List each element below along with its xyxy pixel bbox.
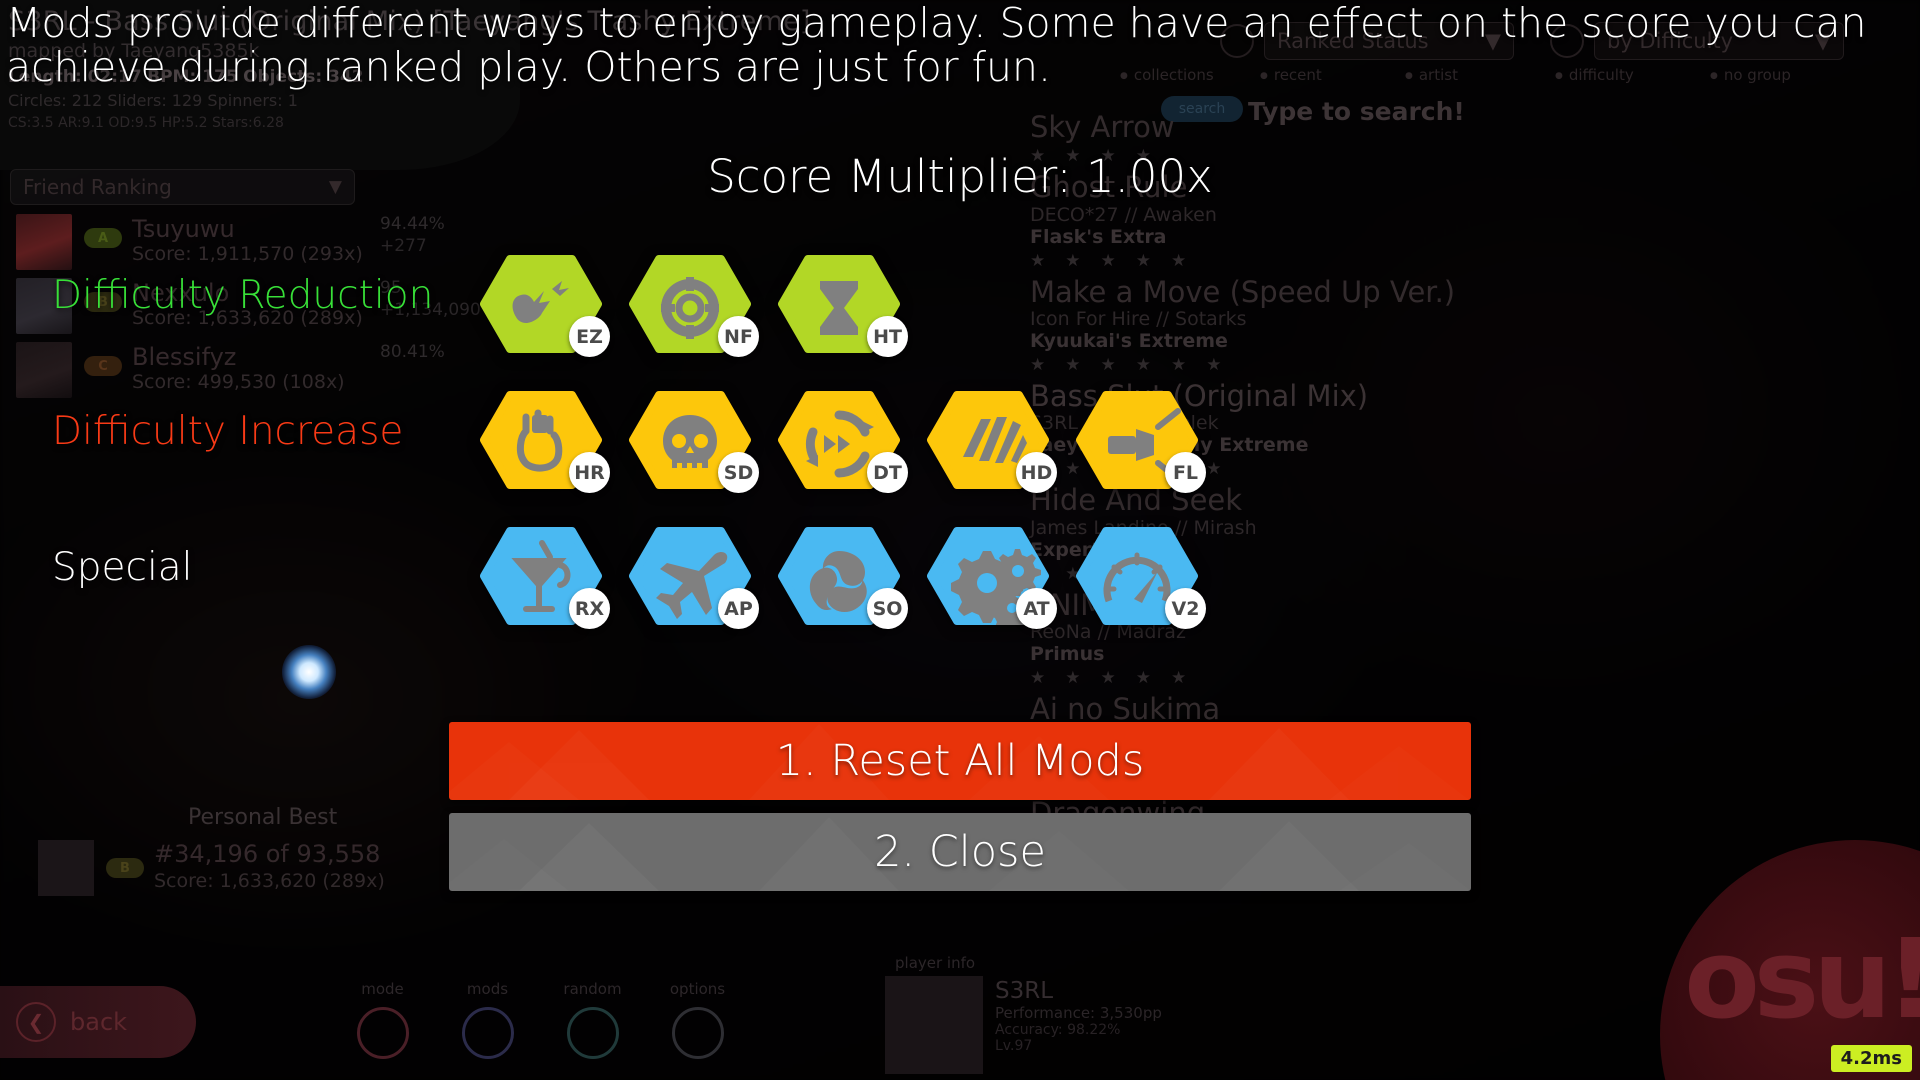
mod-description: Mods provide different ways to enjoy gam… — [6, 0, 1867, 91]
mod-acronym-badge: RX — [569, 588, 610, 629]
reset-all-mods-button[interactable]: 1. Reset All Mods — [449, 722, 1471, 800]
mod-acronym-badge: EZ — [569, 316, 610, 357]
mod-acronym-badge: HR — [569, 452, 610, 493]
mod-icon-row: RX AP SO AT V2 — [480, 527, 1206, 629]
mod-button-sd[interactable]: SD — [629, 391, 759, 493]
mod-acronym-badge: AP — [718, 588, 759, 629]
mod-acronym-badge: AT — [1016, 588, 1057, 629]
mod-acronym-badge: SO — [867, 588, 908, 629]
mod-section-label: Difficulty Increase — [52, 409, 404, 454]
mod-action-buttons: 1. Reset All Mods 2. Close — [449, 722, 1471, 891]
mod-button-dt[interactable]: DT — [778, 391, 908, 493]
mod-section-difficulty-reduction: Difficulty Reduction EZ NF HT — [0, 255, 1920, 391]
mod-section-special: Special RX AP SO AT V2 — [0, 527, 1920, 663]
mod-button-nf[interactable]: NF — [629, 255, 759, 357]
mod-acronym-badge: NF — [718, 316, 759, 357]
close-button[interactable]: 2. Close — [449, 813, 1471, 891]
mod-section-difficulty-increase: Difficulty Increase HR SD DT HD FL — [0, 391, 1920, 527]
mod-sections: Difficulty Reduction EZ NF HT Difficulty Inc… — [0, 255, 1920, 663]
mod-acronym-badge: HT — [867, 316, 908, 357]
mod-button-hr[interactable]: HR — [480, 391, 610, 493]
score-multiplier-label: Score Multiplier: 1.00x — [707, 150, 1213, 203]
mod-icon-row: HR SD DT HD FL — [480, 391, 1206, 493]
mod-section-label: Difficulty Reduction — [52, 273, 434, 318]
mod-button-ez[interactable]: EZ — [480, 255, 610, 357]
mod-acronym-badge: V2 — [1165, 588, 1206, 629]
mod-button-fl[interactable]: FL — [1076, 391, 1206, 493]
mod-button-hd[interactable]: HD — [927, 391, 1057, 493]
mod-icon-row: EZ NF HT — [480, 255, 908, 357]
mod-button-ap[interactable]: AP — [629, 527, 759, 629]
mod-select-overlay: Mods provide different ways to enjoy gam… — [0, 0, 1920, 1080]
mod-section-label: Special — [52, 545, 193, 590]
reset-all-mods-label: 1. Reset All Mods — [775, 736, 1145, 786]
mod-acronym-badge: DT — [867, 452, 908, 493]
mod-button-v2[interactable]: V2 — [1076, 527, 1206, 629]
close-label: 2. Close — [874, 827, 1046, 877]
mod-button-ht[interactable]: HT — [778, 255, 908, 357]
mod-acronym-badge: FL — [1165, 452, 1206, 493]
mod-acronym-badge: SD — [718, 452, 759, 493]
mod-button-at[interactable]: AT — [927, 527, 1057, 629]
mod-button-so[interactable]: SO — [778, 527, 908, 629]
mod-button-rx[interactable]: RX — [480, 527, 610, 629]
mod-acronym-badge: HD — [1016, 452, 1057, 493]
